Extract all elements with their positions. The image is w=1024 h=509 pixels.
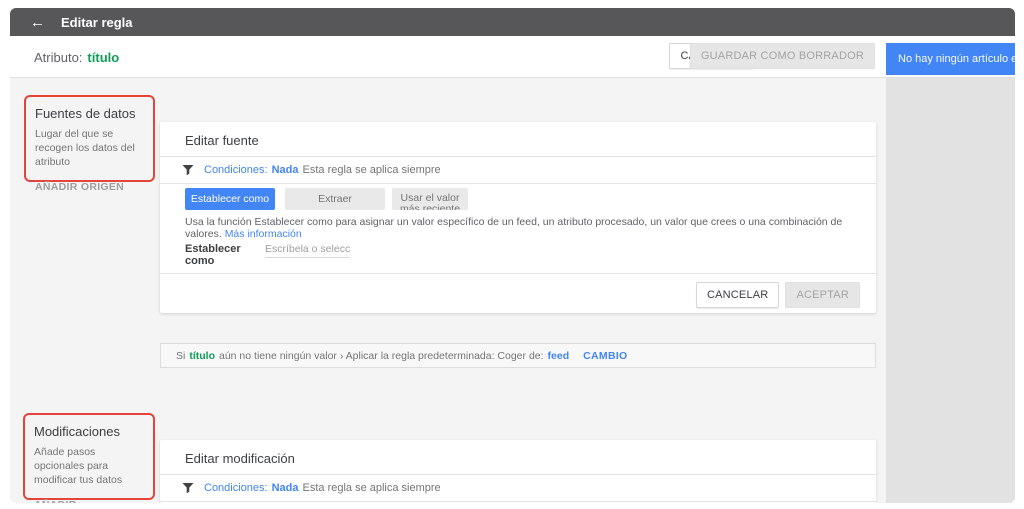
default-rule-bar: Si título aún no tiene ningún valor › Ap…	[160, 343, 876, 368]
rule-attribute: título	[189, 349, 215, 362]
filter-icon	[182, 483, 194, 494]
conditions-row[interactable]: Condiciones: Nada Esta regla se aplica s…	[160, 475, 876, 501]
conditions-value[interactable]: Nada	[272, 482, 299, 494]
attribute-line: Atributo: título	[34, 36, 119, 78]
section-title: Modificaciones	[34, 424, 120, 439]
sidebar-section-modificaciones: Modificaciones Añade pasos opcionales pa…	[23, 413, 155, 503]
rule-text: aún no tiene ningún valor › Aplicar la r…	[219, 349, 544, 362]
source-type-tabs: Establecer como Extraer Usar el valor má…	[185, 188, 468, 210]
toolbar: Atributo: título CANCELAR GUARDAR COMO B…	[10, 36, 1015, 78]
divider	[160, 501, 876, 502]
app-window: ← Editar regla Atributo: título CANCELAR…	[10, 8, 1015, 503]
section-title: Fuentes de datos	[35, 106, 136, 121]
card-footer: CANCELAR ACEPTAR	[695, 282, 860, 308]
conditions-note: Esta regla se aplica siempre	[302, 482, 441, 494]
filter-icon	[182, 165, 194, 176]
rule-prefix: Si	[176, 349, 186, 362]
app-bar: ← Editar regla	[10, 8, 1015, 36]
save-draft-button[interactable]: GUARDAR COMO BORRADOR	[689, 43, 875, 69]
attribute-label: Atributo:	[34, 49, 83, 65]
page-title: Editar regla	[61, 14, 133, 30]
attribute-value: título	[87, 49, 120, 65]
sidebar-section-fuentes-de-datos: Fuentes de datos Lugar del que se recoge…	[24, 95, 155, 193]
add-modification-button[interactable]: AÑADIR MODIFICACIÓN	[34, 499, 144, 503]
tab-establecer-como[interactable]: Establecer como	[185, 188, 275, 210]
conditions-row[interactable]: Condiciones: Nada Esta regla se aplica s…	[160, 157, 876, 183]
section-description: Lugar del que se recogen los datos del a…	[35, 128, 135, 169]
add-origin-button[interactable]: AÑADIR ORIGEN	[35, 181, 144, 193]
edit-source-card: Editar fuente Condiciones: Nada Esta reg…	[160, 122, 876, 313]
tab-extraer[interactable]: Extraer	[285, 188, 385, 210]
card-title: Editar modificación	[185, 451, 295, 466]
edit-modification-card: Editar modificación Condiciones: Nada Es…	[160, 440, 876, 503]
field-label: Establecer como	[185, 243, 241, 267]
value-input[interactable]	[265, 243, 350, 258]
conditions-note: Esta regla se aplica siempre	[302, 164, 441, 176]
set-value-field-row: Establecer como	[185, 243, 350, 267]
conditions-value[interactable]: Nada	[272, 164, 299, 176]
back-arrow-icon[interactable]: ←	[30, 14, 45, 31]
rule-source: feed	[547, 349, 570, 362]
card-accept-button[interactable]: ACEPTAR	[785, 282, 860, 308]
divider	[160, 183, 876, 184]
tab-usar-valor-mas-reciente[interactable]: Usar el valor más reciente	[392, 188, 468, 210]
card-title: Editar fuente	[185, 133, 259, 148]
conditions-label: Condiciones:	[204, 482, 268, 494]
learn-more-link[interactable]: Más información	[225, 228, 302, 240]
change-link[interactable]: CAMBIO	[583, 350, 627, 362]
section-description: Añade pasos opcionales para modificar tu…	[34, 446, 123, 487]
right-panel	[886, 78, 1015, 503]
toast-notification: No hay ningún artículo en este f	[886, 43, 1015, 75]
card-cancel-button[interactable]: CANCELAR	[695, 282, 780, 308]
divider	[160, 273, 876, 274]
conditions-label: Condiciones:	[204, 164, 268, 176]
tab-description: Usa la función Establecer como para asig…	[185, 216, 865, 240]
